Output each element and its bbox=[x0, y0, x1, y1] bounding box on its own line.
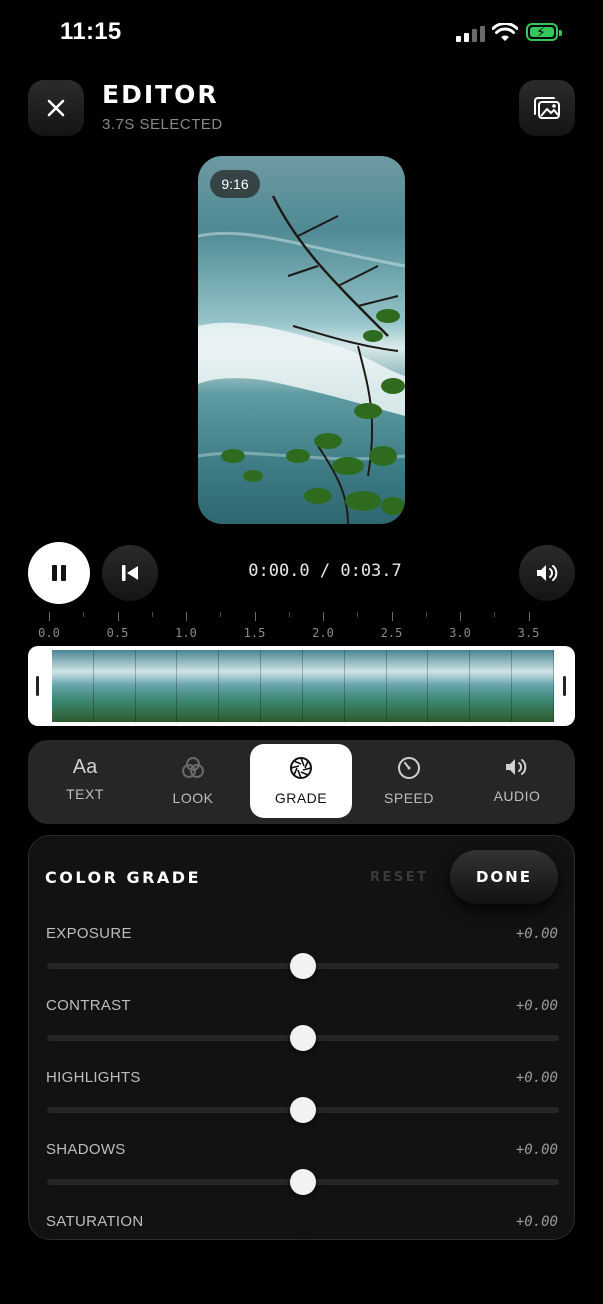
panel-title: COLOR GRADE bbox=[45, 868, 202, 887]
slider-value: +0.00 bbox=[515, 998, 558, 1014]
tab-label: GRADE bbox=[274, 790, 328, 806]
ruler-label: 0.0 bbox=[38, 626, 60, 640]
close-button[interactable] bbox=[28, 80, 84, 136]
battery-charging-icon: ⚡ bbox=[526, 23, 562, 41]
aspect-ratio-badge[interactable]: 9:16 bbox=[210, 170, 260, 198]
tab-audio[interactable]: AUDIO bbox=[466, 744, 568, 818]
filmstrip-frame bbox=[93, 650, 136, 722]
done-button[interactable]: DONE bbox=[450, 850, 558, 904]
slider-value: +0.00 bbox=[515, 926, 558, 942]
filmstrip-frame bbox=[512, 650, 554, 722]
speaker-icon bbox=[506, 759, 527, 775]
ruler-label: 2.0 bbox=[312, 626, 334, 640]
pause-icon bbox=[52, 565, 66, 581]
slider-label: CONTRAST bbox=[46, 997, 131, 1014]
ruler-label: 3.0 bbox=[449, 626, 471, 640]
tab-text[interactable]: Aa TEXT bbox=[34, 744, 136, 818]
cellular-signal-icon bbox=[456, 26, 485, 42]
ruler-tick bbox=[528, 612, 530, 621]
reset-button[interactable]: RESET bbox=[370, 870, 429, 885]
ocean-branch-image bbox=[198, 195, 405, 524]
tab-label: SPEED bbox=[384, 790, 434, 806]
slider-label: SATURATION bbox=[46, 1213, 144, 1230]
tab-speed[interactable]: SPEED bbox=[358, 744, 460, 818]
page-title: EDITOR bbox=[102, 80, 219, 109]
gallery-icon bbox=[534, 97, 560, 119]
ruler-label: 2.5 bbox=[380, 626, 403, 640]
filmstrip-frame bbox=[428, 650, 471, 722]
ruler-tick bbox=[323, 612, 324, 621]
filmstrip-frame bbox=[470, 650, 513, 722]
contrast-slider-knob[interactable] bbox=[290, 1025, 316, 1051]
tab-label: TEXT bbox=[66, 786, 104, 802]
ruler-minor-tick bbox=[220, 612, 222, 617]
ruler-minor-tick bbox=[288, 612, 290, 617]
filmstrip[interactable] bbox=[52, 650, 554, 722]
filmstrip-frame bbox=[302, 650, 345, 722]
speedometer-icon bbox=[398, 757, 420, 779]
text-aa-icon: Aa bbox=[72, 756, 98, 778]
ruler-minor-tick bbox=[151, 612, 153, 617]
highlights-slider-knob[interactable] bbox=[290, 1097, 316, 1123]
skip-back-icon bbox=[122, 565, 138, 581]
slider-label: EXPOSURE bbox=[46, 925, 132, 942]
tab-look[interactable]: LOOK bbox=[142, 744, 244, 818]
ruler-tick bbox=[49, 612, 50, 621]
ruler-minor-tick bbox=[494, 612, 496, 617]
speaker-icon bbox=[537, 565, 558, 581]
slider-label: SHADOWS bbox=[46, 1141, 126, 1158]
exposure-slider-knob[interactable] bbox=[290, 953, 316, 979]
tab-label: AUDIO bbox=[493, 788, 541, 804]
pause-button[interactable] bbox=[28, 542, 90, 604]
ruler-minor-tick bbox=[357, 612, 359, 617]
ruler-tick bbox=[186, 612, 187, 621]
selection-duration: 3.7S SELECTED bbox=[102, 116, 223, 133]
ruler-tick bbox=[391, 612, 393, 621]
ruler-label: 1.5 bbox=[243, 626, 266, 640]
ruler-minor-tick bbox=[83, 612, 85, 617]
close-icon bbox=[47, 99, 65, 117]
aperture-icon bbox=[290, 757, 312, 779]
ruler-tick bbox=[254, 612, 256, 621]
slider-label: HIGHLIGHTS bbox=[46, 1069, 141, 1086]
skip-to-start-button[interactable] bbox=[102, 545, 158, 601]
filmstrip-frame bbox=[52, 650, 94, 722]
ruler-label: 1.0 bbox=[175, 626, 197, 640]
ruler-tick bbox=[460, 612, 461, 621]
shadows-slider-knob[interactable] bbox=[290, 1169, 316, 1195]
wifi-icon bbox=[492, 23, 518, 41]
look-circles-icon bbox=[182, 757, 204, 778]
gallery-button[interactable] bbox=[519, 80, 575, 136]
slider-value: +0.00 bbox=[515, 1214, 558, 1230]
filmstrip-frame bbox=[344, 650, 387, 722]
trim-handle-right[interactable] bbox=[563, 676, 566, 696]
slider-value: +0.00 bbox=[515, 1070, 558, 1086]
timecode: 0:00.0 / 0:03.7 bbox=[248, 561, 402, 581]
filmstrip-frame bbox=[135, 650, 178, 722]
ruler-label: 3.5 bbox=[517, 626, 540, 640]
filmstrip-frame bbox=[219, 650, 262, 722]
trim-handle-left[interactable] bbox=[36, 676, 39, 696]
filmstrip-frame bbox=[177, 650, 220, 722]
filmstrip-frame bbox=[261, 650, 303, 722]
tab-grade[interactable]: GRADE bbox=[250, 744, 352, 818]
status-time: 11:15 bbox=[60, 18, 122, 45]
video-preview[interactable] bbox=[198, 156, 405, 524]
tab-label: LOOK bbox=[172, 790, 214, 806]
filmstrip-frame bbox=[386, 650, 429, 722]
ruler-tick bbox=[117, 612, 119, 621]
ruler-minor-tick bbox=[425, 612, 427, 617]
ruler-label: 0.5 bbox=[106, 626, 129, 640]
volume-button[interactable] bbox=[519, 545, 575, 601]
slider-value: +0.00 bbox=[515, 1142, 558, 1158]
